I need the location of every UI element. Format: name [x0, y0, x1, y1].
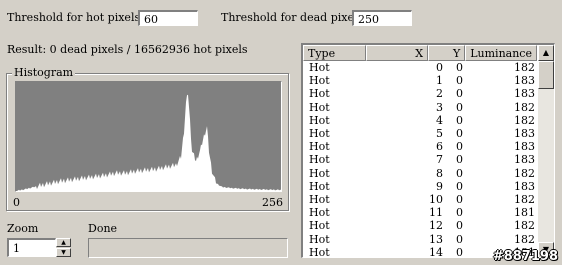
- hot-threshold-label: Threshold for hot pixels:: [7, 11, 144, 24]
- pixel-table[interactable]: Type X Y Luminance Hot 0 0 182 Hot 1 0 183 Hot 2 0…: [301, 43, 555, 258]
- cell-type: Hot: [309, 232, 330, 246]
- table-row[interactable]: Hot 4 0 182: [303, 114, 537, 127]
- table-row[interactable]: Hot 13 0 182: [303, 233, 537, 246]
- cell-luminance: 182: [514, 193, 535, 206]
- histogram-canvas: [15, 81, 282, 192]
- cell-x: 5: [436, 127, 443, 140]
- cell-luminance: 183: [514, 179, 535, 193]
- cell-luminance: 183: [514, 153, 535, 167]
- vertical-scrollbar[interactable]: ▲ ▼: [538, 45, 554, 257]
- spin-down-icon[interactable]: ▼: [56, 248, 71, 257]
- cell-y: 0: [456, 166, 463, 180]
- cell-y: 0: [456, 87, 463, 101]
- table-row[interactable]: Hot 10 0 182: [303, 193, 537, 206]
- table-row[interactable]: Hot 5 0 183: [303, 127, 537, 140]
- cell-x: 7: [436, 153, 443, 167]
- cell-type: Hot: [309, 140, 330, 154]
- cell-luminance: 182: [514, 100, 535, 114]
- scrollbar-thumb[interactable]: [538, 61, 554, 89]
- cell-type: Hot: [309, 166, 330, 180]
- cell-type: Hot: [309, 193, 330, 206]
- table-row[interactable]: Hot 1 0 183: [303, 74, 537, 87]
- histogram-x-max: 256: [262, 196, 283, 209]
- zoom-label: Zoom: [7, 222, 39, 235]
- cell-luminance: 183: [514, 140, 535, 154]
- watermark: #887198: [492, 249, 558, 264]
- table-row[interactable]: Hot 0 0 182: [303, 61, 537, 74]
- cell-y: 0: [456, 206, 463, 220]
- histogram-plot: [16, 82, 281, 191]
- dead-threshold-label: Threshold for dead pixels:: [221, 11, 367, 24]
- cell-luminance: 182: [514, 61, 535, 74]
- cell-luminance: 181: [514, 206, 535, 220]
- cell-y: 0: [456, 245, 463, 258]
- cell-y: 0: [456, 61, 463, 74]
- cell-luminance: 182: [514, 232, 535, 246]
- table-row[interactable]: Hot 9 0 183: [303, 180, 537, 193]
- table-row[interactable]: Hot 3 0 182: [303, 101, 537, 114]
- table-header: Type X Y Luminance: [303, 45, 537, 61]
- cell-x: 1: [436, 74, 443, 88]
- cell-x: 10: [429, 193, 443, 206]
- cell-type: Hot: [309, 113, 330, 127]
- cell-x: 14: [429, 245, 443, 258]
- cell-luminance: 183: [514, 127, 535, 140]
- cell-x: 3: [436, 100, 443, 114]
- cell-luminance: 183: [514, 87, 535, 101]
- hot-threshold-input[interactable]: 60: [138, 10, 198, 26]
- result-text: Result: 0 dead pixels / 16562936 hot pix…: [7, 43, 248, 56]
- cell-luminance: 182: [514, 113, 535, 127]
- cell-luminance: 183: [514, 74, 535, 88]
- cell-y: 0: [456, 113, 463, 127]
- cell-type: Hot: [309, 206, 330, 220]
- column-header-type[interactable]: Type: [303, 45, 366, 61]
- zoom-input[interactable]: 1: [7, 238, 56, 257]
- cell-type: Hot: [309, 127, 330, 140]
- cell-y: 0: [456, 153, 463, 167]
- cell-luminance: 182: [514, 166, 535, 180]
- cell-y: 0: [456, 127, 463, 140]
- cell-y: 0: [456, 74, 463, 88]
- cell-type: Hot: [309, 74, 330, 88]
- cell-type: Hot: [309, 245, 330, 258]
- cell-x: 8: [436, 166, 443, 180]
- triangle-up-icon[interactable]: ▲: [538, 45, 554, 61]
- column-header-y[interactable]: Y: [428, 45, 466, 61]
- table-row[interactable]: Hot 12 0 182: [303, 219, 537, 232]
- histogram-title: Histogram: [12, 66, 76, 80]
- cell-x: 13: [429, 232, 443, 246]
- cell-y: 0: [456, 219, 463, 233]
- cell-type: Hot: [309, 100, 330, 114]
- table-row[interactable]: Hot 6 0 183: [303, 140, 537, 153]
- cell-type: Hot: [309, 61, 330, 74]
- dead-threshold-input[interactable]: 250: [352, 10, 412, 26]
- cell-x: 6: [436, 140, 443, 154]
- column-header-luminance[interactable]: Luminance: [465, 45, 537, 61]
- table-row[interactable]: Hot 2 0 183: [303, 87, 537, 100]
- cell-x: 9: [436, 179, 443, 193]
- cell-x: 2: [436, 87, 443, 101]
- cell-type: Hot: [309, 219, 330, 233]
- cell-y: 0: [456, 179, 463, 193]
- status-label: Done: [88, 222, 118, 235]
- table-row[interactable]: Hot 11 0 181: [303, 206, 537, 219]
- cell-type: Hot: [309, 87, 330, 101]
- cell-type: Hot: [309, 179, 330, 193]
- histogram-x-min: 0: [13, 196, 20, 209]
- table-row[interactable]: Hot 7 0 183: [303, 153, 537, 166]
- cell-x: 0: [436, 61, 443, 74]
- column-header-x[interactable]: X: [365, 45, 429, 61]
- cell-x: 4: [436, 113, 443, 127]
- cell-y: 0: [456, 100, 463, 114]
- cell-x: 11: [429, 206, 443, 220]
- cell-luminance: 182: [514, 219, 535, 233]
- spin-up-icon[interactable]: ▲: [56, 238, 71, 247]
- table-row[interactable]: Hot 8 0 182: [303, 167, 537, 180]
- cell-type: Hot: [309, 153, 330, 167]
- cell-x: 12: [429, 219, 443, 233]
- cell-y: 0: [456, 232, 463, 246]
- progress-bar: [88, 238, 288, 258]
- cell-y: 0: [456, 140, 463, 154]
- cell-y: 0: [456, 193, 463, 206]
